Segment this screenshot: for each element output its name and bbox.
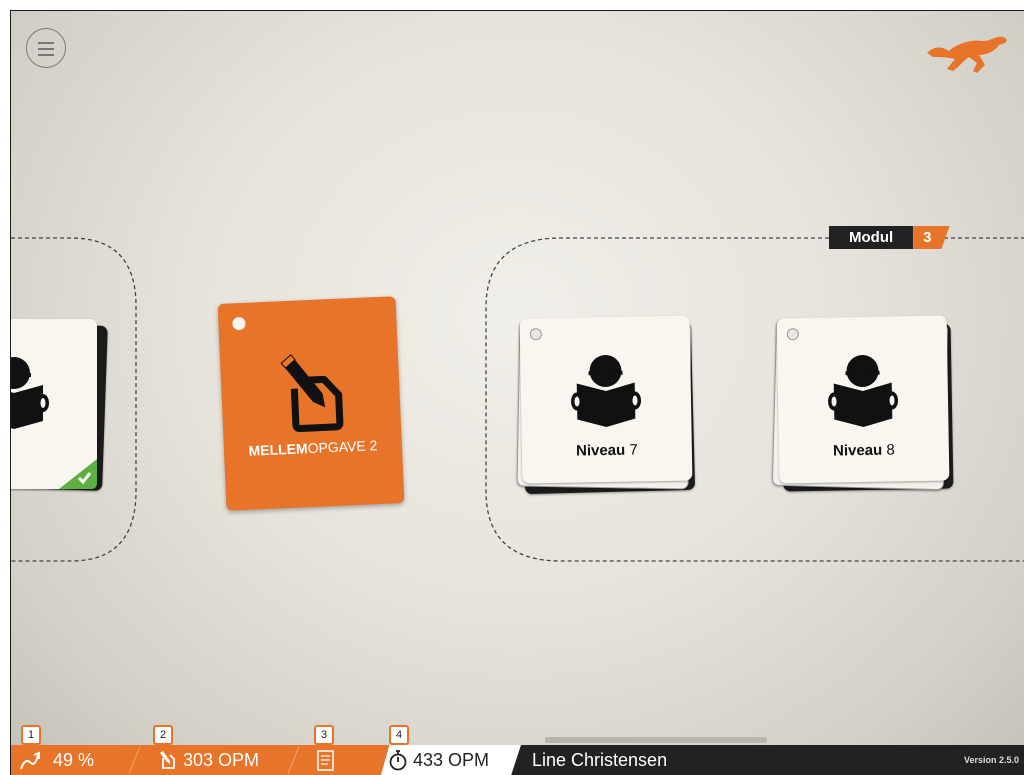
level-card-7[interactable]: Niveau 7 bbox=[516, 313, 707, 503]
module-tag: Modul 3 bbox=[829, 226, 950, 249]
horizontal-scrollbar[interactable] bbox=[545, 737, 767, 743]
reading-speed-value: 303 OPM bbox=[183, 750, 260, 770]
menu-button[interactable] bbox=[26, 28, 66, 68]
level-label: Niveau 7 bbox=[575, 441, 638, 460]
callout-badge-1: 1 bbox=[21, 725, 41, 745]
module-number: 3 bbox=[913, 226, 950, 249]
pencil-document-icon bbox=[280, 354, 344, 433]
callout-badge-4: 4 bbox=[389, 725, 409, 745]
interim-task-label: MELLEMOPGAVE 2 bbox=[248, 437, 378, 459]
app-frame: Modul 3 au 6 bbox=[10, 10, 1024, 775]
card-hole bbox=[232, 316, 246, 331]
stopwatch-icon bbox=[389, 750, 407, 771]
version-label: Version 2.5.0 bbox=[963, 755, 1019, 765]
completed-check-icon bbox=[59, 459, 97, 489]
level-label: Niveau 8 bbox=[832, 441, 895, 460]
cheetah-logo-icon bbox=[927, 36, 1007, 73]
callout-badge-3: 3 bbox=[314, 725, 334, 745]
status-bar: 49 % 303 OPM 433 OPM Line Christensen Ve… bbox=[11, 745, 1024, 775]
reader-icon bbox=[828, 355, 899, 427]
module-label: Modul bbox=[829, 226, 914, 249]
progress-trend-icon bbox=[20, 751, 40, 770]
pencil-document-icon bbox=[160, 751, 175, 769]
callout-badge-2: 2 bbox=[153, 725, 173, 745]
card-hole bbox=[786, 328, 799, 341]
card-hole bbox=[529, 328, 542, 341]
interim-task-card[interactable]: MELLEMOPGAVE 2 bbox=[217, 296, 405, 511]
timer-speed-value: 433 OPM bbox=[413, 750, 490, 770]
user-name: Line Christensen bbox=[532, 750, 668, 770]
reader-icon bbox=[571, 355, 642, 427]
reader-icon bbox=[11, 357, 49, 429]
progress-value: 49 % bbox=[53, 750, 95, 770]
level-card-6[interactable]: au 6 bbox=[11, 319, 121, 504]
document-icon bbox=[317, 750, 334, 771]
level-card-8[interactable]: Niveau 8 bbox=[771, 313, 964, 503]
hamburger-icon bbox=[38, 42, 54, 44]
